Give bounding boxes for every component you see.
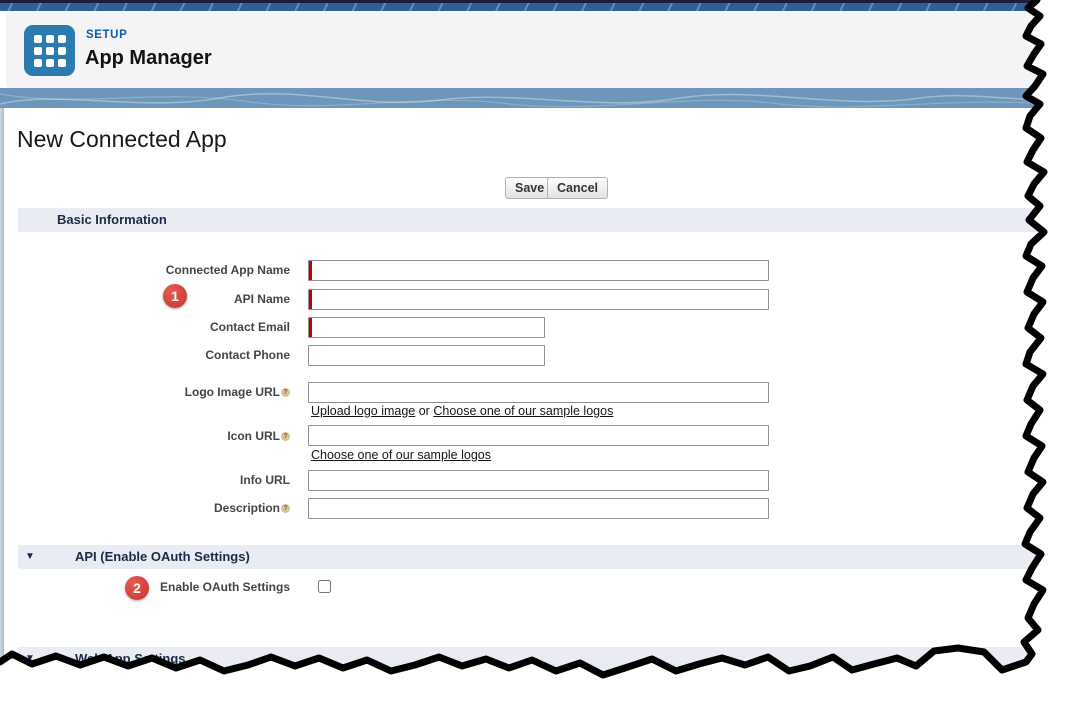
screenshot-root: SETUP App Manager New Connected App Save… — [0, 0, 1068, 713]
label-contact-phone: Contact Phone — [0, 348, 290, 362]
label-info-url: Info URL — [0, 473, 290, 487]
collapse-triangle-icon[interactable]: ▼ — [25, 647, 35, 671]
page-header-title: App Manager — [85, 47, 212, 70]
app-manager-icon — [24, 25, 75, 76]
label-logo-image-url: Logo Image URL? — [0, 385, 290, 399]
input-info-url[interactable] — [308, 470, 769, 491]
app-grid-icon — [34, 35, 66, 67]
input-contact-email[interactable] — [308, 317, 545, 338]
or-separator: or — [419, 404, 430, 418]
label-connected-app-name: Connected App Name — [0, 263, 290, 277]
icon-links-line: Choose one of our sample logos — [311, 448, 491, 462]
annotation-step-1: 1 — [163, 284, 187, 308]
setup-header-card: SETUP App Manager — [6, 11, 1040, 88]
logo-links-line: Upload logo image or Choose one of our s… — [311, 404, 613, 418]
label-contact-email: Contact Email — [0, 320, 290, 334]
label-description: Description? — [0, 501, 290, 515]
top-strip-pattern — [0, 3, 1068, 11]
logo-sample-link[interactable]: Choose one of our sample logos — [433, 404, 613, 418]
required-marker-api-name — [309, 290, 312, 309]
label-icon-url: Icon URL? — [0, 429, 290, 443]
input-description[interactable] — [308, 498, 769, 519]
help-icon[interactable]: ? — [281, 504, 290, 513]
label-api-name: API Name — [0, 292, 290, 306]
required-marker-connected-app-name — [309, 261, 312, 280]
required-marker-contact-email — [309, 318, 312, 337]
section-basic-information: Basic Information — [18, 208, 1042, 232]
setup-eyebrow: SETUP — [86, 29, 127, 41]
section-webapp: ▼ Web App Settings — [18, 647, 1042, 671]
collapse-triangle-icon[interactable]: ▼ — [25, 545, 35, 569]
band-swirl-pattern — [0, 88, 1068, 108]
header-divider-band — [0, 88, 1068, 108]
section-basic-title: Basic Information — [57, 208, 167, 232]
enable-oauth-checkbox[interactable] — [318, 580, 331, 593]
icon-sample-link[interactable]: Choose one of our sample logos — [311, 448, 491, 462]
input-logo-image-url[interactable] — [308, 382, 769, 403]
section-oauth: ▼ API (Enable OAuth Settings) — [18, 545, 1042, 569]
section-oauth-title: API (Enable OAuth Settings) — [75, 545, 250, 569]
browser-top-strip — [0, 0, 1068, 11]
input-api-name[interactable] — [308, 289, 769, 310]
help-icon[interactable]: ? — [281, 432, 290, 441]
input-connected-app-name[interactable] — [308, 260, 769, 281]
page-title: New Connected App — [17, 126, 227, 153]
input-icon-url[interactable] — [308, 425, 769, 446]
upload-logo-link[interactable]: Upload logo image — [311, 404, 415, 418]
help-icon[interactable]: ? — [281, 388, 290, 397]
section-webapp-title: Web App Settings — [75, 647, 186, 671]
cancel-button[interactable]: Cancel — [547, 177, 608, 199]
annotation-step-2: 2 — [125, 576, 149, 600]
input-contact-phone[interactable] — [308, 345, 545, 366]
